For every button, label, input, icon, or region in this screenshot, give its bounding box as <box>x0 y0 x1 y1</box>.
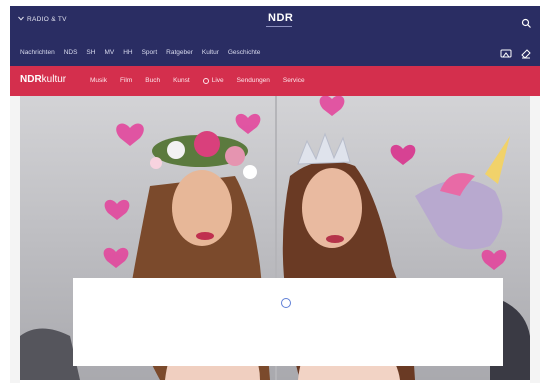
radio-tv-label: RADIO & TV <box>27 16 67 23</box>
nav-item-ratgeber[interactable]: Ratgeber <box>166 49 193 56</box>
section-item-label: Service <box>282 77 305 84</box>
nav-item-nachrichten[interactable]: Nachrichten <box>20 49 55 56</box>
loading-spinner-icon <box>281 298 291 308</box>
section-item-film[interactable]: Film <box>120 77 132 84</box>
cast-icon[interactable] <box>500 46 512 64</box>
nav-item-geschichte[interactable]: Geschichte <box>228 49 261 56</box>
live-dot-icon <box>202 77 209 84</box>
section-item-service[interactable]: Service <box>283 77 305 84</box>
section-item-musik[interactable]: Musik <box>90 77 107 84</box>
section-item-label: Musik <box>90 77 107 84</box>
section-item-buch[interactable]: Buch <box>145 77 160 84</box>
search-icon[interactable] <box>521 16 532 28</box>
section-item-label: Film <box>119 77 133 84</box>
section-item-sendungen[interactable]: Sendungen <box>237 77 270 84</box>
brand-suffix: kultur <box>41 74 67 85</box>
nav-item-nds[interactable]: NDS <box>64 49 78 56</box>
ndr-logo[interactable]: NDR <box>268 12 293 24</box>
section-item-live[interactable]: Live <box>202 77 224 84</box>
main-navigation: Nachrichten NDS SH MV HH Sport Ratgeber … <box>10 38 540 66</box>
hero-image[interactable] <box>20 96 530 380</box>
top-bar: RADIO & TV NDR <box>10 6 540 38</box>
ndr-kultur-brand[interactable]: NDRkultur <box>20 74 66 85</box>
section-item-label: Sendungen <box>236 77 270 84</box>
logo-underline <box>266 26 292 27</box>
radio-tv-menu[interactable]: RADIO & TV <box>18 16 67 23</box>
nav-item-kultur[interactable]: Kultur <box>202 49 219 56</box>
section-item-label: Kunst <box>173 77 190 84</box>
nav-item-sport[interactable]: Sport <box>142 49 158 56</box>
section-item-label: Buch <box>145 77 161 84</box>
loading-overlay <box>73 278 503 366</box>
chevron-down-icon <box>18 16 24 23</box>
section-navigation: NDRkultur Musik Film Buch Kunst Live Sen… <box>10 66 540 96</box>
section-item-kunst[interactable]: Kunst <box>173 77 190 84</box>
nav-item-mv[interactable]: MV <box>104 49 114 56</box>
nav-item-hh[interactable]: HH <box>123 49 132 56</box>
page: RADIO & TV NDR Nachrichten NDS SH MV HH … <box>10 6 540 383</box>
section-item-label: Live <box>211 77 224 84</box>
eraser-icon[interactable] <box>520 46 532 64</box>
nav-item-sh[interactable]: SH <box>86 49 95 56</box>
brand-prefix: NDR <box>20 74 42 85</box>
